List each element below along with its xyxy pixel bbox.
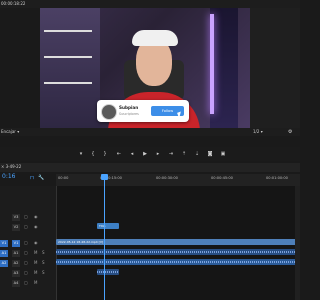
step-back-icon[interactable]: ◂ bbox=[129, 151, 135, 157]
solo-icon[interactable]: S bbox=[42, 270, 45, 275]
background-wall bbox=[40, 8, 100, 128]
video-clip[interactable]: 2022-05-12 18-48-22.mp4 [V] bbox=[56, 239, 298, 245]
go-to-in-point-icon[interactable]: ⇤ bbox=[116, 151, 122, 157]
go-to-in-icon[interactable]: } bbox=[102, 151, 108, 157]
track-label-v1[interactable]: V1 bbox=[12, 240, 20, 247]
track-header-v1: V1 V1 ▢ ◉ bbox=[0, 240, 56, 248]
track-label-a4[interactable]: A4 bbox=[12, 280, 20, 287]
mark-in-icon[interactable]: ▾ bbox=[78, 151, 84, 157]
eye-icon[interactable]: ◉ bbox=[34, 214, 38, 219]
source-patch-a1[interactable]: A1 bbox=[0, 250, 8, 257]
zoom-fit-dropdown[interactable]: Encajar ▾ bbox=[1, 129, 19, 134]
mute-icon[interactable]: M bbox=[34, 270, 37, 275]
playback-resolution-dropdown[interactable]: 1/2 ▾ bbox=[253, 129, 263, 134]
track-header-v3: V3 ▢ ◉ bbox=[0, 214, 56, 222]
lock-icon[interactable]: ▢ bbox=[24, 280, 28, 285]
track-header-a2: A2 A2 ▢ M S bbox=[0, 260, 56, 268]
mute-icon[interactable]: M bbox=[34, 260, 37, 265]
snap-icon[interactable]: ⊓ bbox=[30, 175, 34, 181]
audio-waveform bbox=[97, 271, 119, 273]
extract-icon[interactable]: ⇣ bbox=[194, 151, 200, 157]
timeline-tracks[interactable]: Title 2022-05-12 18-48-22.mp4 [V] bbox=[56, 186, 300, 300]
track-label-a2[interactable]: A2 bbox=[12, 260, 20, 267]
channel-avatar bbox=[101, 104, 117, 120]
mark-out-icon[interactable]: { bbox=[90, 151, 96, 157]
background-panel bbox=[210, 8, 238, 128]
monitor-side-area bbox=[250, 8, 300, 128]
audio-clip-a2[interactable] bbox=[56, 259, 298, 265]
channel-name: Subpian bbox=[119, 105, 139, 110]
eye-icon[interactable]: ◉ bbox=[34, 240, 38, 245]
sequence-tab[interactable]: × 3-49-22 bbox=[1, 164, 21, 169]
wrench-icon[interactable]: 🔧 bbox=[38, 175, 44, 181]
timeline-timecode[interactable]: 0:16 bbox=[2, 173, 15, 180]
lock-icon[interactable]: ▢ bbox=[24, 224, 28, 229]
lock-icon[interactable]: ▢ bbox=[24, 270, 28, 275]
ruler-label: 00:00:30:00 bbox=[156, 176, 178, 180]
timeline-header bbox=[0, 163, 300, 172]
track-header-a4: A4 ▢ M bbox=[0, 280, 56, 288]
solo-icon[interactable]: S bbox=[42, 250, 45, 255]
lock-icon[interactable]: ▢ bbox=[24, 250, 28, 255]
subscribe-overlay-card: Subpian Suscriptores Follow bbox=[97, 100, 189, 122]
title-clip[interactable]: Title bbox=[97, 223, 119, 229]
mute-icon[interactable]: M bbox=[34, 280, 37, 285]
channel-handle: Suscriptores bbox=[119, 112, 139, 116]
play-icon[interactable]: ▶ bbox=[142, 151, 148, 157]
camera-icon[interactable]: ◙ bbox=[207, 151, 213, 157]
mute-icon[interactable]: M bbox=[34, 250, 37, 255]
playhead[interactable] bbox=[104, 174, 105, 300]
shelf bbox=[44, 30, 92, 32]
lift-icon[interactable]: ⇡ bbox=[181, 151, 187, 157]
track-label-a1[interactable]: A1 bbox=[12, 250, 20, 257]
monitor-top-bar bbox=[0, 0, 300, 8]
track-header-a1: A1 A1 ▢ M S bbox=[0, 250, 56, 258]
neon-light bbox=[210, 14, 214, 114]
transport-controls: ▾ { } ⇤ ◂ ▶ ▸ ⇥ ⇡ ⇣ ◙ ▣ bbox=[0, 147, 300, 161]
audio-waveform bbox=[56, 261, 298, 263]
shelf bbox=[44, 56, 92, 58]
audio-waveform bbox=[56, 251, 298, 253]
person-cap bbox=[132, 30, 178, 46]
audio-clip-a1[interactable] bbox=[56, 249, 298, 255]
track-header-a3: A3 ▢ M S bbox=[0, 270, 56, 278]
track-header-v2: V2 ▢ ◉ bbox=[0, 224, 56, 232]
step-forward-icon[interactable]: ▸ bbox=[155, 151, 161, 157]
playhead-handle[interactable] bbox=[101, 174, 108, 180]
track-headers: V3 ▢ ◉ V2 ▢ ◉ V1 V1 ▢ ◉ A1 A1 ▢ M S A2 A… bbox=[0, 186, 56, 300]
wrench-icon[interactable]: ⚙ bbox=[288, 129, 292, 135]
lock-icon[interactable]: ▢ bbox=[24, 240, 28, 245]
source-patch-a2[interactable]: A2 bbox=[0, 260, 8, 267]
eye-icon[interactable]: ◉ bbox=[34, 224, 38, 229]
track-label-a3[interactable]: A3 bbox=[12, 270, 20, 277]
audio-clip-a3[interactable] bbox=[97, 269, 119, 275]
lock-icon[interactable]: ▢ bbox=[24, 260, 28, 265]
track-label-v3[interactable]: V3 bbox=[12, 214, 20, 221]
source-patch-v1[interactable]: V1 bbox=[0, 240, 8, 247]
track-label-v2[interactable]: V2 bbox=[12, 224, 20, 231]
shelf bbox=[44, 82, 92, 84]
settings-icon[interactable]: ▣ bbox=[220, 151, 226, 157]
timeline-scrollbar[interactable] bbox=[295, 186, 300, 300]
go-to-out-icon[interactable]: ⇥ bbox=[168, 151, 174, 157]
ruler-label: 00:00 bbox=[58, 176, 69, 180]
monitor-timecode: 00:00:18:22 bbox=[1, 1, 26, 6]
lock-icon[interactable]: ▢ bbox=[24, 214, 28, 219]
ruler-label: 00:00:45:00 bbox=[211, 176, 233, 180]
ruler-label: 00:01:00:00 bbox=[266, 176, 288, 180]
solo-icon[interactable]: S bbox=[42, 260, 45, 265]
